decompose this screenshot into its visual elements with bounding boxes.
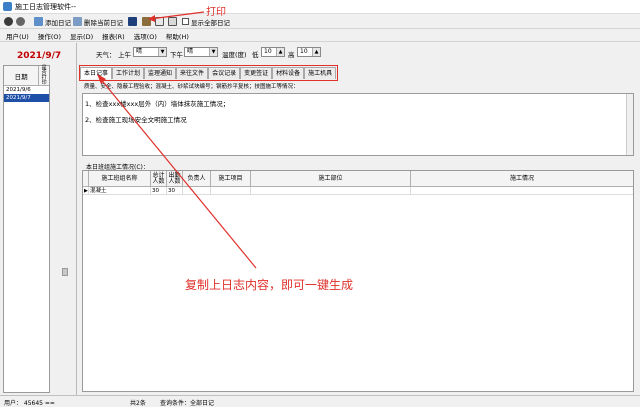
copy-button[interactable] — [168, 16, 177, 27]
add-log-label: 添加日记 — [45, 18, 71, 27]
stepper-icon: ▲ — [312, 48, 320, 56]
menu-operate[interactable]: 操作(O) — [38, 31, 61, 41]
chevron-down-icon: ▼ — [209, 48, 217, 56]
high-temp-value: 10 — [300, 48, 308, 55]
table-cell[interactable] — [183, 187, 211, 195]
menu-user[interactable]: 用户(U) — [6, 31, 29, 41]
list-item-selected[interactable]: 2021/9/7 — [4, 94, 49, 102]
pm-label: 下午 — [170, 51, 183, 59]
pm-weather-select[interactable]: 晴 ▼ — [184, 47, 218, 57]
table-cell[interactable] — [411, 187, 633, 195]
delete-log-button[interactable]: 删除当前日记 — [73, 16, 123, 27]
date-column-header[interactable]: 日期 — [4, 66, 40, 85]
table-cell[interactable]: 混凝土 — [89, 187, 151, 195]
settings-button[interactable] — [16, 16, 25, 27]
list-item[interactable]: 2021/9/6 — [4, 86, 49, 94]
gear-icon — [16, 17, 25, 26]
left-panel: 2021/9/7 日期 是否打印 2021/9/6 2021/9/7 — [0, 43, 77, 395]
add-log-button[interactable]: 添加日记 — [34, 16, 71, 27]
delete-log-icon — [73, 17, 82, 26]
pm-weather-value: 晴 — [187, 48, 194, 55]
stepper-icon: ▲ — [276, 48, 284, 56]
column-header[interactable]: 施工情况 — [411, 171, 633, 187]
editor-line: 1、检查xxx楼xxx层外（内）墙体抹灰施工情况； — [85, 100, 230, 108]
date-list[interactable]: 日期 是否打印 2021/9/6 2021/9/7 — [3, 65, 50, 393]
column-header[interactable]: 施工项目 — [211, 171, 251, 187]
print-flag-column-header[interactable]: 是否打印 — [39, 65, 49, 85]
current-date: 2021/9/7 — [17, 51, 62, 61]
menu-display[interactable]: 显示(D) — [70, 31, 93, 41]
team-grid[interactable]: 施工班组名称 总计人数 出勤人数 负责人 施工项目 施工部位 施工情况 ▶ 混凝… — [82, 170, 634, 392]
print-button[interactable] — [142, 16, 151, 27]
column-header[interactable]: 出勤人数 — [167, 171, 183, 187]
app-icon — [3, 2, 12, 11]
grid-header: 施工班组名称 总计人数 出勤人数 负责人 施工项目 施工部位 施工情况 — [83, 171, 633, 187]
scrollbar[interactable] — [626, 94, 633, 155]
column-header[interactable]: 负责人 — [183, 171, 211, 187]
status-query: 查询条件：全部日记 — [160, 400, 215, 407]
save-icon — [128, 17, 137, 26]
low-temp-value: 10 — [264, 48, 272, 55]
print-preview-button[interactable] — [155, 16, 164, 27]
refresh-icon — [4, 17, 13, 26]
am-weather-select[interactable]: 晴 ▼ — [133, 47, 167, 57]
delete-log-label: 删除当前日记 — [84, 18, 123, 27]
table-cell[interactable]: 30 — [167, 187, 183, 195]
title-bar: 施工日志管理软件-- — [0, 0, 640, 14]
save-button[interactable] — [128, 16, 137, 27]
column-header[interactable]: 总计人数 — [151, 171, 167, 187]
chevron-down-icon: ▼ — [158, 48, 166, 56]
am-weather-value: 晴 — [136, 48, 143, 55]
table-cell[interactable] — [211, 187, 251, 195]
status-count: 共2条 — [130, 400, 146, 407]
low-temp-input[interactable]: 10 ▲ — [261, 47, 285, 57]
high-label: 高 — [288, 51, 295, 59]
toolbar: 添加日记 删除当前日记 显示全部日记 — [0, 14, 640, 29]
weather-label: 天气： — [96, 51, 116, 59]
temp-label: 温度(度) — [222, 51, 247, 59]
date-list-header: 日期 是否打印 — [4, 65, 49, 86]
menu-bar: 用户(U) 操作(O) 显示(D) 报表(R) 选项(O) 帮助(H) — [0, 30, 640, 42]
copy-icon — [168, 17, 177, 26]
editor-line: 2、检查施工现场安全文明施工情况 — [85, 116, 187, 124]
low-label: 低 — [252, 51, 259, 59]
menu-help[interactable]: 帮助(H) — [166, 31, 189, 41]
tabs-highlight-box — [79, 65, 338, 81]
daily-notes-editor[interactable]: 1、检查xxx楼xxx层外（内）墙体抹灰施工情况； 2、检查施工现场安全文明施工… — [82, 93, 634, 156]
show-all-label: 显示全部日记 — [191, 18, 230, 27]
menu-report[interactable]: 报表(R) — [102, 31, 125, 41]
status-user: 用户： 45645 == — [4, 400, 55, 407]
high-temp-input[interactable]: 10 ▲ — [297, 47, 321, 57]
checkbox-icon — [182, 18, 189, 25]
table-cell[interactable]: 30 — [151, 187, 167, 195]
print-icon — [142, 17, 151, 26]
print-annotation: 打印 — [206, 7, 226, 18]
daily-notes-caption: 质量、安全、隐蔽工程验收；混凝土、砂浆试块编号；钢筋抄平复核；技图施工等情况： — [84, 84, 299, 90]
add-log-icon — [34, 17, 43, 26]
splitter-handle[interactable] — [62, 268, 68, 276]
menu-options[interactable]: 选项(O) — [134, 31, 157, 41]
print-preview-icon — [155, 17, 164, 26]
copy-annotation: 复制上日志内容，即可一键生成 — [185, 278, 354, 292]
column-header[interactable]: 施工部位 — [251, 171, 411, 187]
refresh-button[interactable] — [4, 16, 13, 27]
app-window: 施工日志管理软件-- 添加日记 删除当前日记 显示全部日记 用户(U) 操作(O… — [0, 0, 640, 407]
weather-bar: 天气： 上午 晴 ▼ 下午 晴 ▼ 温度(度) 低 10 ▲ 高 10 ▲ — [78, 43, 640, 63]
table-cell[interactable] — [251, 187, 411, 195]
table-row[interactable]: ▶ 混凝土 30 30 — [83, 187, 633, 195]
column-header[interactable]: 施工班组名称 — [89, 171, 151, 187]
status-bar: 用户： 45645 == 共2条 查询条件：全部日记 — [0, 395, 640, 407]
am-label: 上午 — [118, 51, 131, 59]
window-title: 施工日志管理软件-- — [15, 3, 77, 11]
